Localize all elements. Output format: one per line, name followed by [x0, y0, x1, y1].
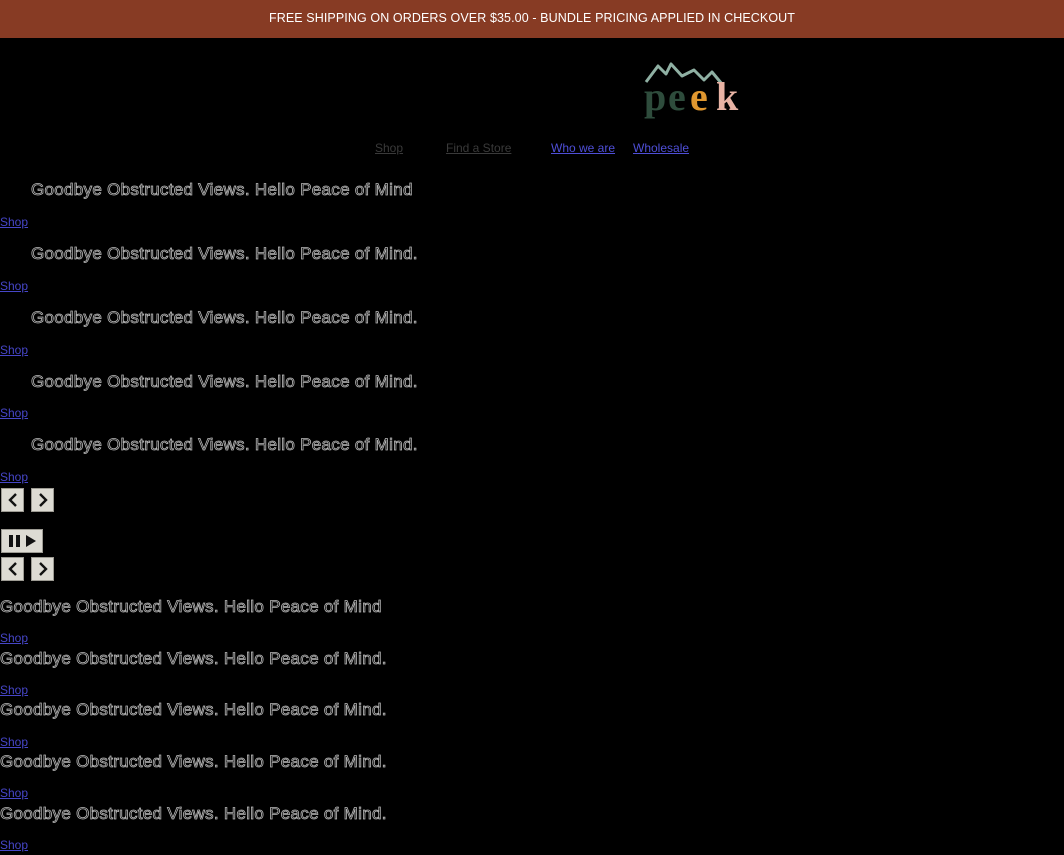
chevron-left-icon [7, 493, 17, 507]
chevron-right-icon [38, 562, 48, 576]
logo-letter-k: k [716, 74, 739, 119]
pause-icon [8, 535, 20, 547]
slide-shop-link[interactable]: Shop [0, 683, 28, 697]
slide-shop-link[interactable]: Shop [0, 215, 28, 229]
announcement-text: FREE SHIPPING ON ORDERS OVER $35.00 - BU… [268, 11, 796, 25]
logo-letter-p: p [644, 74, 666, 119]
slide-prev-button[interactable] [1, 557, 24, 581]
slide-shop-link[interactable]: Shop [0, 406, 28, 420]
slide-next-button[interactable] [31, 488, 54, 512]
slide-shop-link[interactable]: Shop [0, 735, 28, 749]
slide-title: Goodbye Obstructed Views. Hello Peace of… [31, 372, 418, 392]
slide-title: Goodbye Obstructed Views. Hello Peace of… [31, 180, 413, 200]
chevron-left-icon [7, 562, 17, 576]
logo-letter-e2: e [690, 74, 708, 119]
nav-who-we-are[interactable]: Who we are [551, 141, 615, 155]
slide-title: Goodbye Obstructed Views. Hello Peace of… [31, 435, 418, 455]
play-icon [25, 535, 36, 547]
slide-shop-link[interactable]: Shop [0, 631, 28, 645]
slide-shop-link[interactable]: Shop [0, 343, 28, 357]
slide-prev-button[interactable] [1, 488, 24, 512]
nav-shop[interactable]: Shop [375, 141, 403, 155]
logo-letter-e1: e [668, 74, 686, 119]
slideshow-pause-play-button[interactable] [1, 529, 43, 553]
slide-title: Goodbye Obstructed Views. Hello Peace of… [0, 597, 382, 617]
peek-logo[interactable]: p e e k [644, 58, 746, 120]
slide-title: Goodbye Obstructed Views. Hello Peace of… [0, 752, 387, 772]
slide-shop-link[interactable]: Shop [0, 279, 28, 293]
announcement-banner: FREE SHIPPING ON ORDERS OVER $35.00 - BU… [0, 0, 1064, 38]
nav-find-a-store[interactable]: Find a Store [446, 141, 511, 155]
slide-shop-link[interactable]: Shop [0, 838, 28, 852]
slide-shop-link[interactable]: Shop [0, 470, 28, 484]
nav-wholesale[interactable]: Wholesale [633, 141, 689, 155]
slide-next-button[interactable] [31, 557, 54, 581]
chevron-right-icon [38, 493, 48, 507]
slide-title: Goodbye Obstructed Views. Hello Peace of… [0, 700, 387, 720]
slide-title: Goodbye Obstructed Views. Hello Peace of… [0, 649, 387, 669]
slide-title: Goodbye Obstructed Views. Hello Peace of… [31, 244, 418, 264]
slide-title: Goodbye Obstructed Views. Hello Peace of… [0, 804, 387, 824]
slide-title: Goodbye Obstructed Views. Hello Peace of… [31, 308, 418, 328]
slide-shop-link[interactable]: Shop [0, 786, 28, 800]
